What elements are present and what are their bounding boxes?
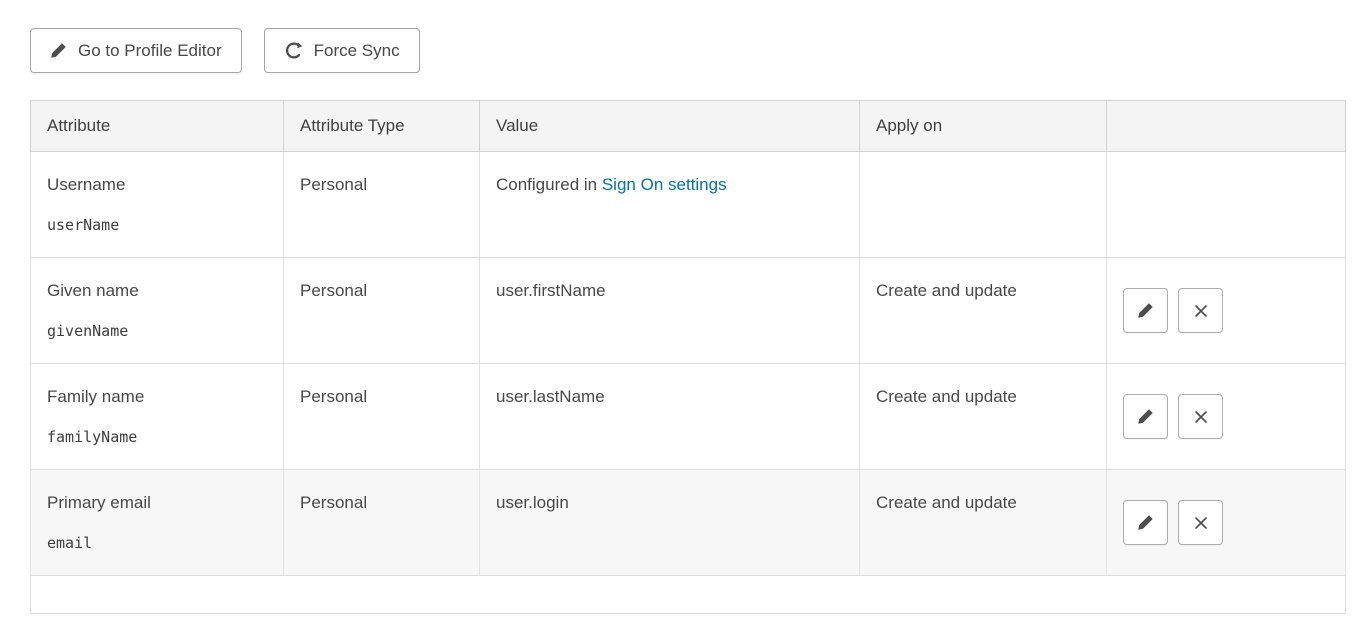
table-header-row: Attribute Attribute Type Value Apply on xyxy=(31,101,1346,152)
attribute-label: Given name xyxy=(47,281,267,301)
edit-attribute-button[interactable] xyxy=(1123,500,1168,545)
attribute-variable-name: familyName xyxy=(47,428,267,446)
value-cell: user.login xyxy=(480,470,860,576)
empty-cell xyxy=(31,576,1346,614)
attribute-type-cell: Personal xyxy=(284,364,480,470)
refresh-icon xyxy=(284,41,303,60)
apply-on-cell: Create and update xyxy=(860,364,1107,470)
table-row xyxy=(31,576,1346,614)
force-sync-button[interactable]: Force Sync xyxy=(264,28,420,73)
attribute-cell: Given name givenName xyxy=(31,258,284,364)
table-row: Primary email email Personal user.login … xyxy=(31,470,1346,576)
attribute-variable-name: userName xyxy=(47,216,267,234)
value-cell: Configured in Sign On settings xyxy=(480,152,860,258)
attribute-cell: Family name familyName xyxy=(31,364,284,470)
value-text: Configured in xyxy=(496,175,602,194)
value-cell: user.lastName xyxy=(480,364,860,470)
actions-cell xyxy=(1107,258,1346,364)
go-to-profile-editor-button[interactable]: Go to Profile Editor xyxy=(30,28,242,73)
remove-attribute-button[interactable] xyxy=(1178,288,1223,333)
x-icon xyxy=(1193,409,1209,425)
attribute-type-cell: Personal xyxy=(284,470,480,576)
attribute-variable-name: email xyxy=(47,534,267,552)
column-header-actions xyxy=(1107,101,1346,152)
actions-cell xyxy=(1107,364,1346,470)
attribute-cell: Primary email email xyxy=(31,470,284,576)
actions-cell xyxy=(1107,470,1346,576)
attribute-label: Username xyxy=(47,175,267,195)
attribute-type-cell: Personal xyxy=(284,258,480,364)
table-row: Username userName Personal Configured in… xyxy=(31,152,1346,258)
table-row: Given name givenName Personal user.first… xyxy=(31,258,1346,364)
toolbar: Go to Profile Editor Force Sync xyxy=(0,0,1370,73)
edit-attribute-button[interactable] xyxy=(1123,394,1168,439)
attribute-cell: Username userName xyxy=(31,152,284,258)
table-row: Family name familyName Personal user.las… xyxy=(31,364,1346,470)
attribute-label: Primary email xyxy=(47,493,267,513)
remove-attribute-button[interactable] xyxy=(1178,500,1223,545)
edit-attribute-button[interactable] xyxy=(1123,288,1168,333)
remove-attribute-button[interactable] xyxy=(1178,394,1223,439)
value-cell: user.firstName xyxy=(480,258,860,364)
column-header-value: Value xyxy=(480,101,860,152)
x-icon xyxy=(1193,515,1209,531)
attribute-variable-name: givenName xyxy=(47,322,267,340)
attribute-type-cell: Personal xyxy=(284,152,480,258)
x-icon xyxy=(1193,303,1209,319)
attribute-label: Family name xyxy=(47,387,267,407)
apply-on-cell xyxy=(860,152,1107,258)
apply-on-cell: Create and update xyxy=(860,258,1107,364)
column-header-attribute-type: Attribute Type xyxy=(284,101,480,152)
actions-cell xyxy=(1107,152,1346,258)
apply-on-cell: Create and update xyxy=(860,470,1107,576)
column-header-attribute: Attribute xyxy=(31,101,284,152)
pencil-icon xyxy=(50,42,67,59)
pencil-icon xyxy=(1137,302,1154,319)
force-sync-label: Force Sync xyxy=(314,41,400,61)
pencil-icon xyxy=(1137,408,1154,425)
pencil-icon xyxy=(1137,514,1154,531)
sign-on-settings-link[interactable]: Sign On settings xyxy=(602,175,727,194)
attribute-mappings-table: Attribute Attribute Type Value Apply on … xyxy=(30,100,1346,614)
go-to-profile-editor-label: Go to Profile Editor xyxy=(78,41,222,61)
column-header-apply-on: Apply on xyxy=(860,101,1107,152)
